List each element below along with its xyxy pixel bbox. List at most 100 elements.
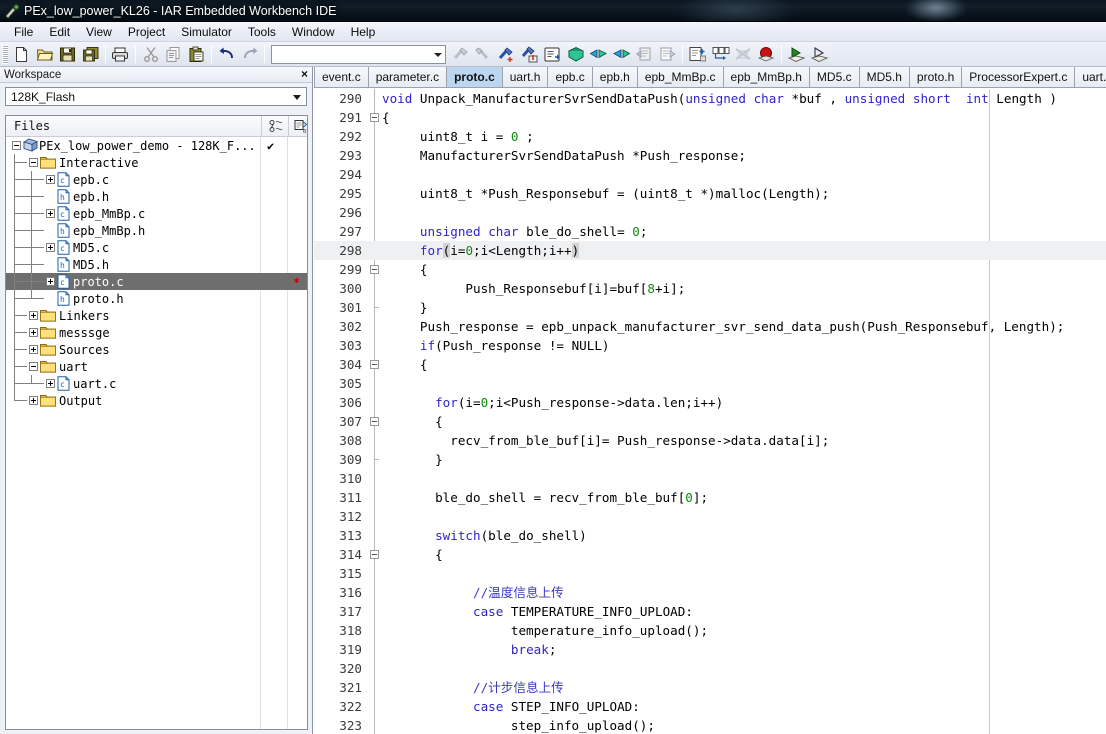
code-line[interactable]: 295 uint8_t *Push_Responsebuf = (uint8_t… (314, 184, 1106, 203)
new-document-icon[interactable] (10, 43, 33, 65)
editor-tab-epb-h[interactable]: epb.h (592, 67, 638, 87)
code-line[interactable]: 307 { (314, 412, 1106, 431)
quick-search-input[interactable] (271, 44, 446, 64)
editor-tab-md5-h[interactable]: MD5.h (859, 67, 910, 87)
editor-tab-epb-mmbp-c[interactable]: epb_MmBp.c (637, 67, 724, 87)
code-line[interactable]: 298 for(i=0;i<Length;i++) (314, 241, 1106, 260)
code-line[interactable]: 306 for(i=0;i<Push_response->data.len;i+… (314, 393, 1106, 412)
save-all-icon[interactable] (79, 43, 102, 65)
code-line[interactable]: 323 step_info_upload(); (314, 716, 1106, 734)
tree-item[interactable]: Linkers (6, 307, 307, 324)
debug-stop-icon[interactable] (755, 43, 778, 65)
code-line[interactable]: 304 { (314, 355, 1106, 374)
code-line[interactable]: 303 if(Push_response != NULL) (314, 336, 1106, 355)
tree-item[interactable]: h epb_MmBp.h (6, 222, 307, 239)
code-line[interactable]: 291 { (314, 108, 1106, 127)
find-icon[interactable] (449, 43, 472, 65)
tree-expand-icon[interactable] (27, 324, 40, 341)
cut-icon[interactable] (139, 43, 162, 65)
tree-expand-icon[interactable] (44, 171, 57, 188)
editor-tab-epb-c[interactable]: epb.c (548, 67, 593, 87)
chevron-down-icon[interactable] (434, 52, 442, 57)
code-line[interactable]: 297 unsigned char ble_do_shell= 0; (314, 222, 1106, 241)
menu-edit[interactable]: Edit (41, 23, 78, 41)
code-line[interactable]: 310 (314, 469, 1106, 488)
tree-item[interactable]: h epb.h (6, 188, 307, 205)
debug-without-download-icon[interactable] (808, 43, 831, 65)
code-line[interactable]: 321 //计步信息上传 (314, 678, 1106, 697)
code-line[interactable]: 309 } (314, 450, 1106, 469)
tree-expand-icon[interactable] (27, 307, 40, 324)
editor-tab-proto-h[interactable]: proto.h (909, 67, 963, 87)
undo-icon[interactable] (215, 43, 238, 65)
code-line[interactable]: 317 case TEMPERATURE_INFO_UPLOAD: (314, 602, 1106, 621)
chevron-down-icon[interactable] (293, 95, 301, 100)
tree-item[interactable]: uart (6, 358, 307, 375)
code-line[interactable]: 318 temperature_info_upload(); (314, 621, 1106, 640)
code-line[interactable]: 299 { (314, 260, 1106, 279)
menu-window[interactable]: Window (284, 23, 343, 41)
code-line[interactable]: 301 } (314, 298, 1106, 317)
code-line[interactable]: 294 (314, 165, 1106, 184)
menu-file[interactable]: File (6, 23, 41, 41)
editor-tab-uart-c[interactable]: uart.c (1075, 67, 1106, 87)
replace-icon[interactable] (518, 43, 541, 65)
tree-item[interactable]: c epb_MmBp.c (6, 205, 307, 222)
navigate-backward-icon[interactable] (633, 43, 656, 65)
close-icon[interactable]: × (301, 68, 308, 81)
code-line[interactable]: 314 { (314, 545, 1106, 564)
next-bookmark-icon[interactable] (610, 43, 633, 65)
tree-expand-icon[interactable] (27, 392, 40, 409)
code-line[interactable]: 320 (314, 659, 1106, 678)
code-fold-toggle[interactable] (370, 265, 379, 274)
code-line[interactable]: 305 (314, 374, 1106, 393)
menu-project[interactable]: Project (120, 23, 173, 41)
tree-collapse-icon[interactable] (27, 358, 40, 375)
previous-bookmark-icon[interactable] (587, 43, 610, 65)
editor-tab-processorexpert-c[interactable]: ProcessorExpert.c (962, 67, 1076, 87)
print-icon[interactable] (109, 43, 132, 65)
code-line[interactable]: 311 ble_do_shell = recv_from_ble_buf[0]; (314, 488, 1106, 507)
find-next-icon[interactable] (495, 43, 518, 65)
editor-tab-proto-c[interactable]: proto.c (447, 67, 503, 87)
code-fold-toggle[interactable] (370, 113, 379, 122)
code-line[interactable]: 312 (314, 507, 1106, 526)
code-line[interactable]: 290 void Unpack_ManufacturerSvrSendDataPu… (314, 89, 1106, 108)
code-line[interactable]: 293 ManufacturerSvrSendDataPush *Push_re… (314, 146, 1106, 165)
code-line[interactable]: 302 Push_response = epb_unpack_manufactu… (314, 317, 1106, 336)
editor-tab-uart-h[interactable]: uart.h (502, 67, 549, 87)
goto-icon[interactable] (541, 43, 564, 65)
code-line[interactable]: 292 uint8_t i = 0 ; (314, 127, 1106, 146)
tree-expand-icon[interactable] (44, 273, 57, 290)
code-line[interactable]: 313 switch(ble_do_shell) (314, 526, 1106, 545)
editor-tab-md5-c[interactable]: MD5.c (809, 67, 860, 87)
tree-expand-icon[interactable] (44, 375, 57, 392)
tree-expand-icon[interactable] (27, 341, 40, 358)
paste-icon[interactable] (185, 43, 208, 65)
tree-item[interactable]: Output (6, 392, 307, 409)
compile-icon[interactable] (686, 43, 709, 65)
code-line[interactable]: 308 recv_from_ble_buf[i]= Push_response-… (314, 431, 1106, 450)
code-fold-toggle[interactable] (370, 550, 379, 559)
menu-simulator[interactable]: Simulator (173, 23, 240, 41)
code-editor[interactable]: 290 void Unpack_ManufacturerSvrSendDataPu… (314, 89, 1106, 734)
menu-help[interactable]: Help (343, 23, 384, 41)
tree-item[interactable]: h proto.h (6, 290, 307, 307)
code-fold-toggle[interactable] (370, 417, 379, 426)
tree-item[interactable]: messsge (6, 324, 307, 341)
tree-collapse-icon[interactable] (27, 154, 40, 171)
editor-tab-parameter-c[interactable]: parameter.c (368, 67, 448, 87)
code-line[interactable]: 316 //温度信息上传 (314, 583, 1106, 602)
download-and-debug-icon[interactable] (785, 43, 808, 65)
stop-build-icon[interactable] (732, 43, 755, 65)
menu-view[interactable]: View (78, 23, 120, 41)
navigate-forward-icon[interactable] (656, 43, 679, 65)
tree-item[interactable]: c epb.c (6, 171, 307, 188)
editor-tab-event-c[interactable]: event.c (314, 67, 369, 87)
code-line[interactable]: 300 Push_Responsebuf[i]=buf[8+i]; (314, 279, 1106, 298)
make-icon[interactable] (709, 43, 732, 65)
tree-expand-icon[interactable] (44, 239, 57, 256)
copy-icon[interactable] (162, 43, 185, 65)
tree-item[interactable]: Sources (6, 341, 307, 358)
find-previous-icon[interactable] (472, 43, 495, 65)
